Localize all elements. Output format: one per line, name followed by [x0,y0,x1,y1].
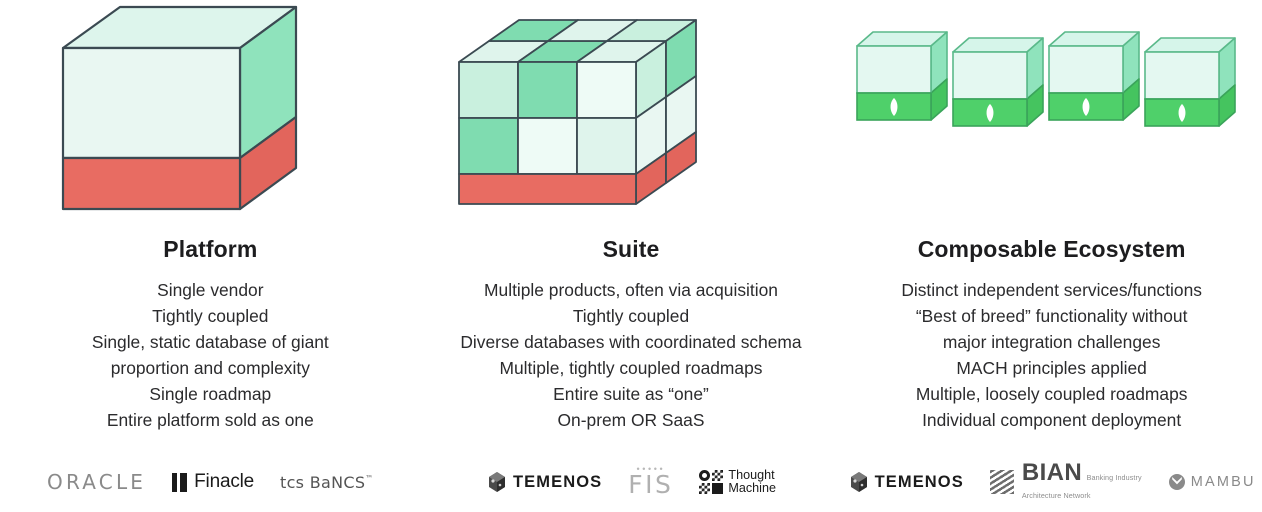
list-item: Single roadmap [149,384,272,405]
list-item: Individual component deployment [922,410,1182,431]
suite-logo-strip: TEMENOS ••••• FIS Thought Machine [421,460,842,504]
composable-feature-list: Distinct independent services/functions … [841,277,1262,434]
list-item: MACH principles applied [956,358,1147,379]
segmented-cube-icon [457,19,697,205]
list-item: Multiple, loosely coupled roadmaps [915,384,1188,405]
thought-machine-mark-icon [699,470,724,494]
list-item: major integration challenges [942,332,1161,353]
list-item: On-prem OR SaaS [557,410,705,431]
comparison-board: Platform Single vendor Tightly coupled S… [0,0,1262,512]
list-item: Tightly coupled [152,306,269,327]
tcs-bancs-text: tcs BaNCS [280,472,366,492]
temenos-wordmark: TEMENOS [874,472,964,491]
thought-machine-wordmark: Thought Machine [728,467,776,496]
fis-logo-stack: ••••• FIS [628,465,674,499]
four-separate-cubes-icon [856,31,1237,127]
tcs-bancs-wordmark: tcs BaNCS™ [280,472,374,493]
composable-cube [1048,31,1141,121]
tm-word-line1: Thought [728,467,775,482]
logo-oracle: ORACLE [47,470,146,494]
temenos-wordmark: TEMENOS [512,472,603,491]
logo-bian: BIAN Banking Industry Architecture Netwo… [989,461,1142,503]
tm-word-line2: Machine [728,481,776,495]
bian-bars-icon [989,470,1014,494]
logo-temenos: TEMENOS [848,471,964,493]
composable-heading: Composable Ecosystem [917,236,1186,262]
composable-cube [856,31,949,121]
bian-sub-line2: Architecture Network [1021,491,1091,500]
list-item: Entire suite as “one” [553,384,709,405]
suite-heading: Suite [602,236,660,262]
column-composable-ecosystem: Composable Ecosystem Distinct independen… [841,0,1262,512]
composable-graphic [841,0,1262,232]
platform-heading: Platform [163,236,258,262]
composable-cube [952,37,1045,127]
mambu-wordmark: MAMBU [1190,474,1256,490]
platform-feature-list: Single vendor Tightly coupled Single, st… [0,277,421,434]
tm-cell-checker [712,470,724,481]
logo-thought-machine: Thought Machine [699,467,776,496]
suite-feature-list: Multiple products, often via acquisition… [421,277,842,434]
logo-fis: ••••• FIS [628,465,674,499]
tm-cell-ring [699,470,711,481]
finacle-wordmark: Finacle [194,471,255,492]
list-item: Multiple products, often via acquisition [484,280,778,300]
list-item: Diverse databases with coordinated schem… [460,332,802,353]
list-item: Entire platform sold as one [106,410,314,431]
mambu-mark-icon [1168,474,1185,490]
composable-logo-strip: TEMENOS BIAN Banking Industry Architectu… [841,460,1262,504]
list-item: “Best of breed” functionality without [915,306,1188,327]
composable-cube [1144,37,1237,127]
logo-mambu: MAMBU [1168,473,1256,491]
temenos-cube-icon [850,472,867,492]
list-item: Single vendor [157,280,264,300]
list-item: Single, static database of giant [91,332,329,353]
logo-finacle: Finacle [172,471,254,493]
logo-tcs-bancs: tcs BaNCS™ [280,472,374,493]
list-item: Multiple, tightly coupled roadmaps [499,358,763,379]
suite-graphic [421,0,842,232]
tm-cell-checker [699,483,711,494]
trademark-symbol: ™ [365,473,374,483]
fis-wordmark: FIS [628,470,674,499]
finacle-mark-icon [172,472,188,492]
list-item: proportion and complexity [110,358,310,379]
list-item: Distinct independent services/functions [901,280,1202,300]
bian-wordmark: BIAN [1021,459,1083,486]
bian-text-stack: BIAN Banking Industry Architecture Netwo… [1022,461,1142,503]
temenos-cube-icon [488,472,505,492]
logo-temenos: TEMENOS [486,471,602,493]
monolith-cube-icon [61,5,298,211]
bian-sub-line1: Banking Industry [1086,473,1142,482]
column-suite: Suite Multiple products, often via acqui… [421,0,842,512]
oracle-wordmark: ORACLE [47,470,147,494]
list-item: Tightly coupled [572,306,690,327]
platform-graphic [0,0,421,232]
platform-logo-strip: ORACLE Finacle tcs BaNCS™ [0,460,421,504]
tm-cell-solid [712,483,724,494]
column-platform: Platform Single vendor Tightly coupled S… [0,0,421,512]
